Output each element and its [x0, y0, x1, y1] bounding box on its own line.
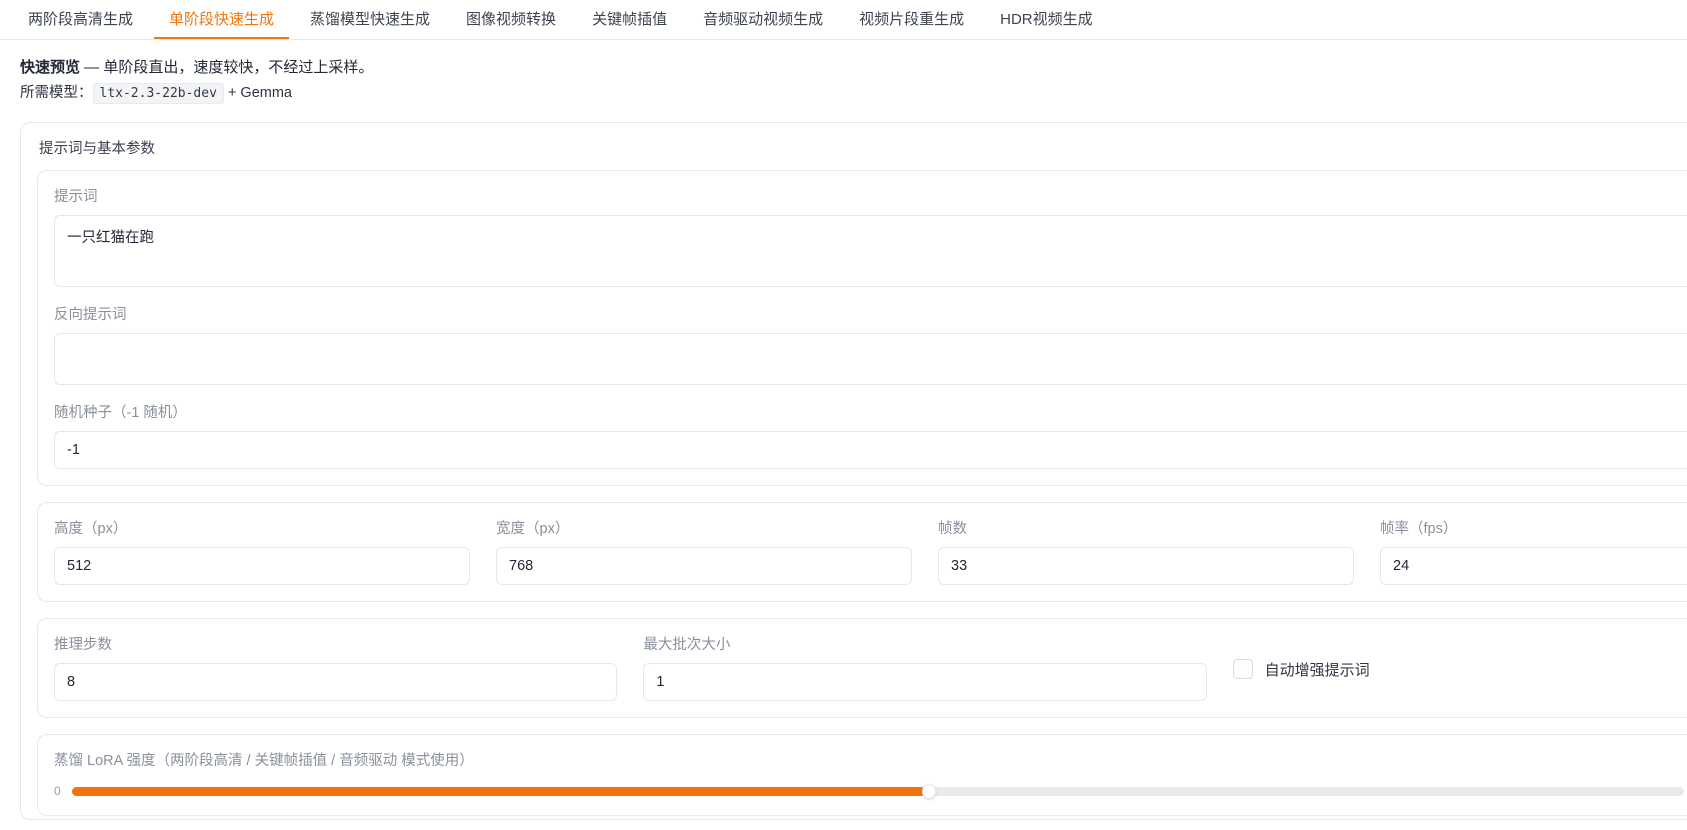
distill-lora-slider[interactable]: [72, 783, 1684, 799]
prompt-params-panel: 提示词与基本参数 提示词 反向提示词 随机种子（-1 随机） 高度（px） 宽度…: [20, 122, 1687, 820]
auto-enhance-checkbox[interactable]: [1232, 659, 1253, 679]
seed-input[interactable]: [54, 431, 1687, 469]
width-field: 宽度（px）: [496, 519, 912, 585]
tab-image-to-video[interactable]: 图像视频转换: [451, 0, 571, 39]
frames-field: 帧数: [938, 519, 1354, 585]
tab-hdr-video[interactable]: HDR视频生成: [985, 0, 1108, 39]
mode-description: 快速预览 — 单阶段直出，速度较快，不经过上采样。 所需模型： ltx-2.3-2…: [20, 58, 1687, 104]
fps-input[interactable]: [1380, 547, 1687, 585]
prompt-group: 提示词 反向提示词 随机种子（-1 随机）: [37, 170, 1687, 486]
model-name-chip: ltx-2.3-22b-dev: [92, 83, 224, 104]
distill-lora-value: 0: [54, 784, 61, 798]
max-batch-label: 最大批次大小: [643, 637, 731, 653]
prompt-label: 提示词: [54, 189, 98, 205]
negative-prompt-input[interactable]: [54, 333, 1687, 385]
steps-input[interactable]: [54, 663, 618, 701]
size-group: 高度（px） 宽度（px） 帧数 帧率（fps）: [37, 502, 1687, 602]
height-field: 高度（px）: [54, 519, 470, 585]
auto-enhance-field: 自动增强提示词: [1232, 635, 1687, 701]
prompt-input[interactable]: [54, 215, 1687, 287]
distill-lora-group: 蒸馏 LoRA 强度（两阶段高清 / 关键帧插值 / 音频驱动 模式使用） 0: [37, 734, 1687, 816]
mode-title: 快速预览: [20, 59, 81, 76]
steps-label: 推理步数: [54, 637, 112, 653]
tab-two-stage-hd[interactable]: 两阶段高清生成: [13, 0, 148, 39]
auto-enhance-label: 自动增强提示词: [1264, 661, 1370, 679]
mode-summary-line: 快速预览 — 单阶段直出，速度较快，不经过上采样。: [20, 58, 1687, 77]
distill-lora-slider-fill: [72, 786, 927, 796]
width-input[interactable]: [496, 547, 912, 585]
tab-bar: 两阶段高清生成 单阶段快速生成 蒸馏模型快速生成 图像视频转换 关键帧插值 音频…: [0, 0, 1687, 40]
inference-group: 推理步数 最大批次大小 自动增强提示词: [37, 618, 1687, 718]
height-input[interactable]: [54, 547, 470, 585]
steps-field: 推理步数: [54, 635, 618, 701]
mode-summary-text: — 单阶段直出，速度较快，不经过上采样。: [80, 59, 374, 76]
tab-keyframe-interpolation[interactable]: 关键帧插值: [577, 0, 682, 39]
max-batch-field: 最大批次大小: [643, 635, 1207, 701]
tab-audio-driven[interactable]: 音频驱动视频生成: [688, 0, 838, 39]
fps-label: 帧率（fps）: [1380, 521, 1458, 537]
tab-clip-regen[interactable]: 视频片段重生成: [844, 0, 979, 39]
model-suffix: + Gemma: [227, 85, 292, 101]
required-model-line: 所需模型： ltx-2.3-22b-dev + Gemma: [20, 83, 1687, 104]
seed-label: 随机种子（-1 随机）: [54, 405, 187, 421]
fps-field: 帧率（fps）: [1380, 519, 1687, 585]
tab-distill-fast[interactable]: 蒸馏模型快速生成: [295, 0, 445, 39]
frames-label: 帧数: [938, 521, 967, 537]
negative-prompt-label: 反向提示词: [54, 307, 127, 323]
distill-lora-slider-thumb[interactable]: [922, 783, 937, 799]
width-label: 宽度（px）: [496, 521, 570, 537]
height-label: 高度（px）: [54, 521, 128, 537]
panel-title: 提示词与基本参数: [39, 141, 155, 157]
distill-lora-label: 蒸馏 LoRA 强度（两阶段高清 / 关键帧插值 / 音频驱动 模式使用）: [54, 753, 474, 769]
distill-lora-slider-row: 0: [54, 783, 1684, 799]
max-batch-input[interactable]: [643, 663, 1207, 701]
tab-single-stage-fast[interactable]: 单阶段快速生成: [154, 0, 290, 39]
required-model-label: 所需模型：: [20, 85, 93, 101]
frames-input[interactable]: [938, 547, 1354, 585]
